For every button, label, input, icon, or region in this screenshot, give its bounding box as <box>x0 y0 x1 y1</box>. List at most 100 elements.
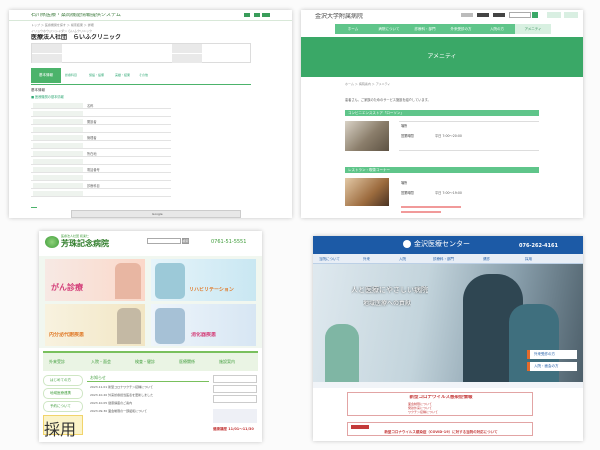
screenshot-kanazawa-univ-hospital: 金沢大学附属病院 ホーム 病院について 診療科・部門 外来受診の方 入院の方 ア… <box>301 10 583 218</box>
table-row: 名称 <box>31 102 171 109</box>
info-table: 名称 開設者 管理者 所在地 電話番号 診療科目 <box>31 102 171 204</box>
color-control[interactable] <box>493 13 505 17</box>
label-place: 場所 <box>401 124 408 128</box>
nav-home[interactable]: ホーム <box>335 24 371 34</box>
screenshot-kanazawa-medical-center: 金沢医療センター 076-262-4161 当院について 外来 入院 診療科・部… <box>313 236 583 441</box>
table-row: 開設者 <box>31 118 171 125</box>
nav-recruit[interactable]: 採用 <box>525 257 532 262</box>
text-size-control[interactable] <box>461 13 473 17</box>
label-hours: 営業時間 <box>401 191 414 195</box>
hero-subtitle: 地域医療への貢献 <box>363 300 412 307</box>
color-control[interactable] <box>477 13 489 17</box>
side-first-visit[interactable]: はじめての方 <box>43 375 83 386</box>
font-size-button[interactable] <box>254 13 260 17</box>
notice-title: 新型コロナウイルス感染症情報 <box>409 395 473 400</box>
nav-outpatient[interactable]: 外来受診の方 <box>443 24 479 34</box>
table-row <box>31 110 171 117</box>
menu-facility[interactable]: 施設案内 <box>219 359 235 364</box>
english-link[interactable] <box>564 12 578 18</box>
hospital-logo-icon <box>45 236 59 248</box>
tab-bar: 基本情報 診療科目 施設・設備 実績・結果 その他 <box>31 68 251 83</box>
hero-grid: がん診療 リハビリテーション 内分泌代謝疾患 消化器疾患 <box>39 256 262 348</box>
search-input[interactable] <box>509 12 531 18</box>
map-embed[interactable]: Google <box>71 210 241 218</box>
table-row: 管理者 <box>31 134 171 141</box>
section-subtitle: ■ 医療機関の基本情報 <box>31 95 64 99</box>
nav-checkup[interactable]: 健診 <box>483 257 490 262</box>
hours-value: 平日 7:00～20:00 <box>435 134 462 138</box>
menu-checkup[interactable]: 検査・健診 <box>135 359 155 364</box>
table-row <box>31 142 171 149</box>
page-banner: アメニティ <box>301 37 583 77</box>
phone-number: 0761-51-5551 <box>211 239 247 245</box>
intro-text: 患者さん、ご家族のためのサービス施設を紹介しています。 <box>345 98 431 102</box>
news-item[interactable]: 2023.10.05 健康講座のご案内 <box>90 401 132 405</box>
font-size-button[interactable] <box>244 13 250 17</box>
section-title: 基本情報 <box>31 88 45 92</box>
nav-about[interactable]: 当院について <box>319 257 340 262</box>
language-button[interactable] <box>262 13 270 17</box>
nav-outpatient[interactable]: 外来 <box>363 257 370 262</box>
summary-box <box>31 43 251 63</box>
tab-facilities[interactable]: 施設・設備 <box>89 73 104 78</box>
nav-departments[interactable]: 診療科・部門 <box>433 257 454 262</box>
side-menu: はじめての方 地域医療連携 予約について 採用情報 <box>43 375 83 439</box>
policy-link[interactable]: 新型コロナウイルス感染症（COVID-19）に対する当院の対応について <box>348 430 534 435</box>
news-section: お知らせ 2023.11.01 新型コロナワクチン接種について 2023.10.… <box>87 375 209 439</box>
page-title: アメニティ <box>427 53 457 60</box>
restaurant-photo <box>345 178 389 206</box>
search-button[interactable]: 検索 <box>182 238 189 244</box>
side-regional[interactable]: 地域医療連携 <box>43 388 83 399</box>
search-input[interactable] <box>147 238 181 244</box>
hero-tile-rehab[interactable]: リハビリテーション <box>151 259 256 301</box>
hero-image: 人と医療にやさしい病院 地域医療への貢献 外来受診の方 入院・面会の方 <box>313 264 583 382</box>
side-appointment[interactable]: 予約について <box>43 401 83 412</box>
table-row <box>31 126 171 133</box>
table-row: 診療科目 <box>31 182 171 189</box>
nav-inpatient[interactable]: 入院 <box>399 257 406 262</box>
inpatient-button[interactable]: 入院・面会の方 <box>527 362 577 371</box>
menu-outpatient[interactable]: 外来受診 <box>49 359 65 364</box>
news-item[interactable]: 2023.11.01 新型コロナワクチン接種について <box>90 385 153 389</box>
certification-badge <box>213 409 257 423</box>
news-item[interactable]: 2023.10.20 外来診療担当医表を更新しました <box>90 393 153 397</box>
nav-amenity[interactable]: アメニティ <box>515 24 551 34</box>
global-nav: 当院について 外来 入院 診療科・部門 健診 採用 <box>313 254 583 264</box>
hours-value: 平日 7:00～19:00 <box>435 191 462 195</box>
nav-inpatient[interactable]: 入院の方 <box>479 24 515 34</box>
screenshot-ishikawa-info-system: 石川県医療・薬局機能情報提供システム トップ ＞ 医療機関を探す ＞ 検索結果 … <box>9 10 292 218</box>
hero-title: 人と医療にやさしい病院 <box>351 286 428 294</box>
system-title: 石川県医療・薬局機能情報提供システム <box>31 13 121 18</box>
search-icon[interactable] <box>532 12 538 18</box>
news-item[interactable]: 2023.09.30 面会制限の一部緩和について <box>90 409 147 413</box>
nav-about[interactable]: 病院について <box>371 24 407 34</box>
tab-results[interactable]: 実績・結果 <box>115 73 130 78</box>
table-row <box>31 190 171 197</box>
menu-medical[interactable]: 医療関係 <box>179 359 195 364</box>
side-recruit-banner[interactable]: 採用情報 <box>43 415 83 439</box>
phone-number: 076-262-4161 <box>519 243 558 249</box>
tab-other[interactable]: その他 <box>139 73 148 78</box>
hero-tile-endocrine[interactable]: 内分泌代謝疾患 <box>45 304 145 346</box>
label-place: 場所 <box>401 181 408 185</box>
access-link[interactable] <box>547 12 561 18</box>
breadcrumb: トップ ＞ 医療機関を探す ＞ 検索結果 ＞ 詳細 <box>31 23 94 27</box>
tab-departments[interactable]: 診療科目 <box>65 73 77 78</box>
tab-basic-info[interactable]: 基本情報 <box>31 68 61 83</box>
table-row <box>31 158 171 165</box>
label-hours: 営業時間 <box>401 134 414 138</box>
section-convenience-store: コンビニエンスストア「ローソン」 <box>345 110 539 116</box>
menu-inpatient[interactable]: 入院・面会 <box>91 359 111 364</box>
clinic-name: 医療法人社団 らいふクリニック <box>31 34 122 41</box>
main-menu: 外来受診 入院・面会 検査・健診 医療関係 施設案内 <box>43 351 258 371</box>
hospital-logo: 金沢大学附属病院 <box>315 13 364 20</box>
hospital-logo: 芳珠記念病院 <box>61 239 109 248</box>
hero-tile-digestive[interactable]: 消化器疾患 <box>151 304 256 346</box>
global-nav: ホーム 病院について 診療科・部門 外来受診の方 入院の方 アメニティ <box>335 24 551 34</box>
hero-tile-cancer[interactable]: がん診療 <box>45 259 145 301</box>
outpatient-button[interactable]: 外来受診の方 <box>527 350 577 359</box>
event-banner[interactable]: 健康講座 11/01～11/30 <box>213 427 254 432</box>
hospital-logo: 金沢医療センター <box>414 240 470 248</box>
notice-link[interactable]: ワクチン接種について <box>408 410 438 415</box>
nav-departments[interactable]: 診療科・部門 <box>407 24 443 34</box>
